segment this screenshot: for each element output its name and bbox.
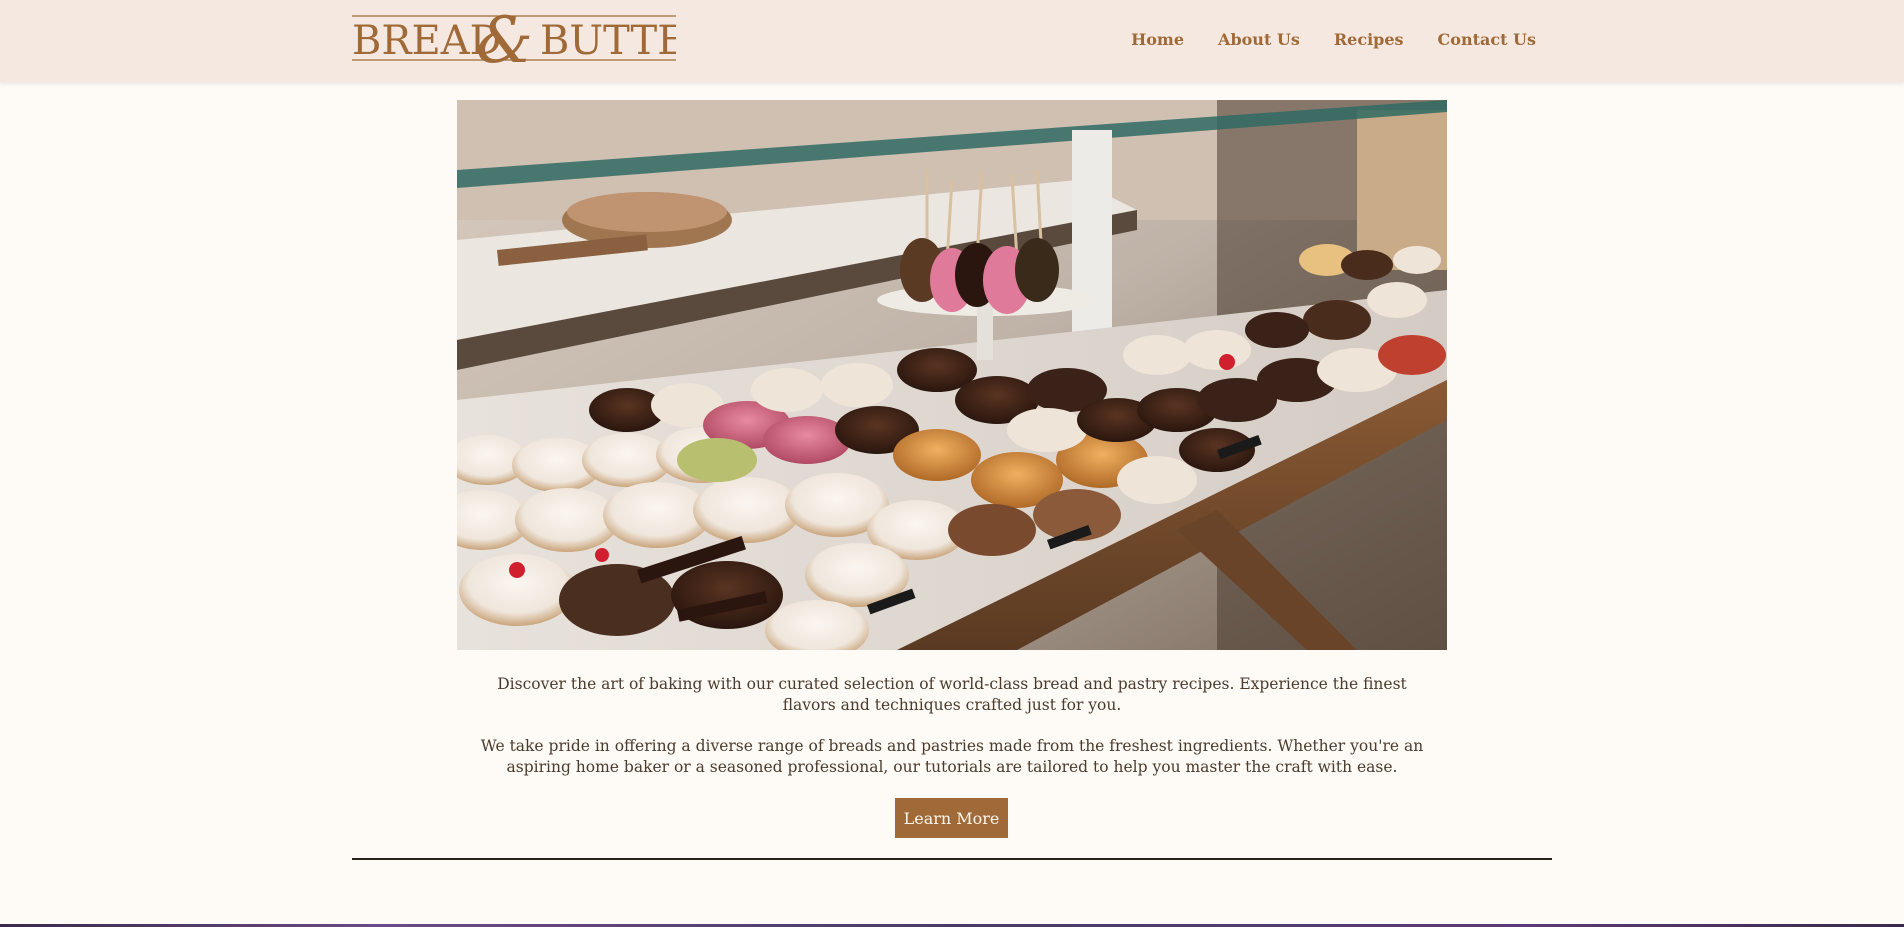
pastry-display-photo (457, 100, 1447, 650)
logo-text-right: BUTTER (540, 18, 676, 64)
site-header: BREAD & BUTTER Home About Us Recipes Con… (0, 0, 1904, 82)
main-nav: Home About Us Recipes Contact Us (1131, 30, 1536, 49)
logo-ampersand: & (476, 8, 533, 70)
nav-contact-us[interactable]: Contact Us (1438, 30, 1536, 49)
nav-home[interactable]: Home (1131, 30, 1184, 49)
intro-text: Discover the art of baking with our cura… (477, 674, 1427, 798)
hero-image (457, 100, 1447, 650)
logo-graphic: BREAD & BUTTER (352, 4, 718, 78)
brand-logo[interactable]: BREAD & BUTTER (352, 4, 718, 78)
section-divider (352, 858, 1552, 860)
intro-paragraph-1: Discover the art of baking with our cura… (497, 675, 1407, 714)
learn-more-button[interactable]: Learn More (895, 798, 1008, 838)
nav-recipes[interactable]: Recipes (1334, 30, 1404, 49)
nav-about-us[interactable]: About Us (1218, 30, 1300, 49)
intro-paragraph-2: We take pride in offering a diverse rang… (480, 737, 1424, 776)
